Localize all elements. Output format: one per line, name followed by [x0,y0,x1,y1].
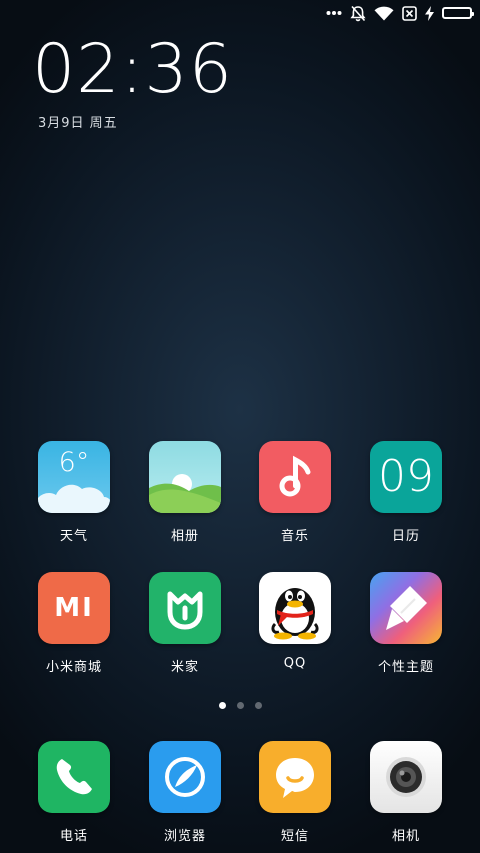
status-bar [326,0,480,26]
no-sim-icon [402,5,417,21]
page-dot[interactable] [218,702,226,709]
app-gallery[interactable]: 相册 [130,441,240,544]
app-label-calendar: 日历 [391,529,420,544]
calendar-day: 09 [378,451,434,502]
camera-icon [370,741,442,813]
dock-messages[interactable]: 短信 [240,741,350,844]
page-indicator[interactable] [0,702,480,709]
app-weather[interactable]: 6° 天气 [19,441,129,544]
dock-label-phone: 电话 [59,829,88,844]
app-label-music: 音乐 [280,529,309,544]
browser-icon [149,741,221,813]
app-mi-home[interactable]: 米家 [130,572,240,675]
app-label-mi-home: 米家 [170,660,199,675]
themes-brush-icon [370,572,442,644]
mi-home-icon [149,572,221,644]
app-label-qq: QQ [283,656,307,671]
app-music[interactable]: 音乐 [240,441,350,544]
app-mi-store[interactable]: MI 小米商城 [19,572,129,675]
page-dot[interactable] [236,702,244,709]
music-icon [259,441,331,513]
app-calendar[interactable]: 09 日历 [351,441,461,544]
more-dots-icon [326,10,342,16]
app-label-themes: 个性主题 [377,660,434,675]
mi-store-icon: MI [38,572,110,644]
charging-icon [425,5,434,21]
messages-icon [259,741,331,813]
phone-icon [38,741,110,813]
app-label-gallery: 相册 [170,529,199,544]
bell-muted-icon [350,5,366,22]
lockscreen-clock: 02:36 [32,30,233,109]
dock-label-browser: 浏览器 [163,829,206,844]
dock-camera[interactable]: 相机 [351,741,461,844]
gallery-icon [149,441,221,513]
calendar-icon: 09 [370,441,442,513]
weather-icon: 6° [38,441,110,513]
battery-icon [442,7,474,19]
dock-phone[interactable]: 电话 [19,741,129,844]
wifi-icon [374,6,394,21]
dock-label-messages: 短信 [280,829,309,844]
mi-logo: MI [54,593,94,623]
lockscreen-date: 3月9日 周五 [38,116,118,131]
dock-browser[interactable]: 浏览器 [130,741,240,844]
app-themes[interactable]: 个性主题 [351,572,461,675]
app-label-mi-store: 小米商城 [45,660,102,675]
app-qq[interactable]: QQ [240,572,350,671]
weather-temp: 6° [58,447,90,478]
app-label-weather: 天气 [59,529,88,544]
dock-label-camera: 相机 [391,829,420,844]
qq-penguin-icon [259,572,331,644]
page-dot[interactable] [254,702,262,709]
